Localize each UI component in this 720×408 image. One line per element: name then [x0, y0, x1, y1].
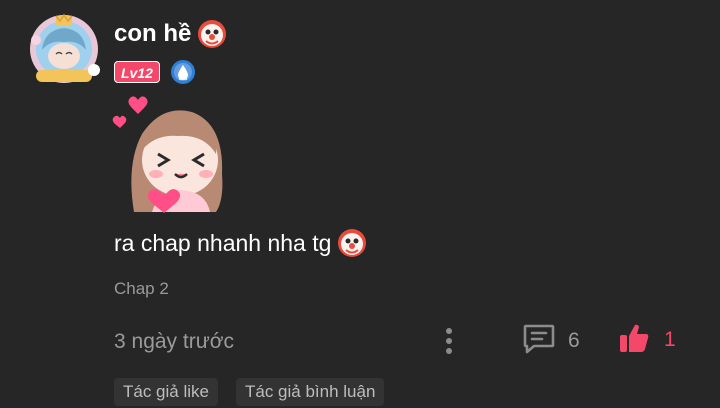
clown-face-icon: [337, 228, 367, 258]
like-count: 1: [664, 328, 676, 351]
more-options-button[interactable]: [438, 324, 460, 358]
user-badges: Lv12: [114, 59, 196, 85]
comment-icon: [522, 323, 556, 360]
reply-count: 6: [568, 329, 580, 352]
vertical-dots-icon: [446, 338, 452, 344]
author-replied-tag: Tác giả bình luận: [235, 378, 385, 406]
comment-body: ra chap nhanh nha tg: [114, 229, 332, 256]
chapter-label[interactable]: Chap 2: [114, 279, 169, 299]
vertical-dots-icon: [446, 328, 452, 334]
water-drop-rank-icon: [170, 59, 196, 85]
girl-holding-heart-sticker: [112, 94, 232, 214]
avatar[interactable]: [26, 10, 102, 88]
comment-card: con hề Lv12 ra chap nhanh nha tg Chap 2 …: [0, 0, 720, 408]
timestamp: 3 ngày trước: [114, 330, 235, 353]
thumbs-up-icon: [618, 322, 650, 359]
comment-text: ra chap nhanh nha tg: [114, 228, 367, 258]
author-liked-tag: Tác giả like: [114, 378, 218, 406]
tag-list: Tác giả like Tác giả bình luận: [114, 378, 402, 406]
level-badge: Lv12: [114, 61, 160, 83]
username-text: con hề: [114, 20, 192, 47]
vertical-dots-icon: [446, 348, 452, 354]
clown-face-icon: [197, 19, 227, 49]
username[interactable]: con hề: [114, 19, 227, 49]
reply-button[interactable]: 6: [522, 324, 580, 358]
like-button[interactable]: 1: [618, 322, 676, 358]
